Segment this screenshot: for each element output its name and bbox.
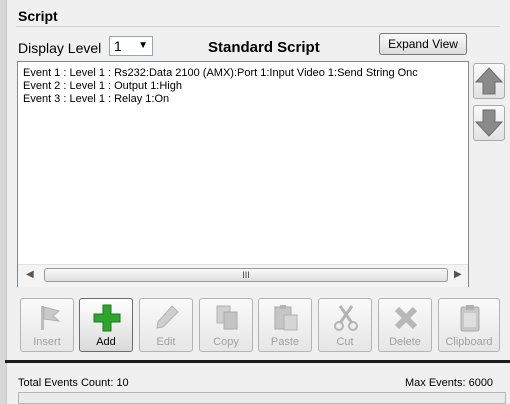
display-level-value: 1 xyxy=(114,38,122,54)
expand-view-button[interactable]: Expand View xyxy=(379,33,467,55)
chevron-down-icon: ▼ xyxy=(138,40,148,51)
x-icon xyxy=(394,306,418,330)
copy-icon xyxy=(216,305,238,330)
script-title: Standard Script xyxy=(208,39,320,56)
max-events: Max Events: 6000 xyxy=(405,377,494,389)
edit-label: Edit xyxy=(156,336,176,348)
arrow-down-icon xyxy=(474,109,504,137)
plus-icon xyxy=(93,304,121,332)
cut-label: Cut xyxy=(336,336,354,348)
insert-flag-icon xyxy=(41,306,61,330)
list-item[interactable]: Event 2 : Level 1 : Output 1:High xyxy=(23,80,182,92)
edit-button[interactable]: Edit xyxy=(139,298,193,352)
delete-label: Delete xyxy=(389,336,421,348)
move-up-button[interactable] xyxy=(473,63,505,99)
events-progress-bar xyxy=(18,392,506,404)
status-separator xyxy=(5,360,510,363)
add-button[interactable]: Add xyxy=(79,298,133,352)
scrollbar-thumb[interactable]: III xyxy=(44,268,448,282)
move-down-button[interactable] xyxy=(473,105,505,141)
paste-label: Paste xyxy=(270,336,300,348)
scissors-icon xyxy=(334,305,358,331)
cut-button[interactable]: Cut xyxy=(318,298,372,352)
arrow-up-icon xyxy=(474,67,504,95)
scroll-left-icon[interactable]: ◀ xyxy=(26,269,34,280)
scrollbar-grip: III xyxy=(242,270,250,280)
left-strip xyxy=(0,0,7,404)
delete-button[interactable]: Delete xyxy=(378,298,432,352)
title-divider xyxy=(16,26,500,27)
add-label: Add xyxy=(96,336,116,348)
display-level-label: Display Level xyxy=(18,40,102,56)
display-level-select[interactable]: 1 ▼ xyxy=(109,36,153,56)
clipboard-icon xyxy=(460,305,480,332)
list-item[interactable]: Event 3 : Level 1 : Relay 1:On xyxy=(23,93,169,105)
clipboard-button[interactable]: Clipboard xyxy=(438,298,500,352)
paste-button[interactable]: Paste xyxy=(258,298,312,352)
horizontal-scrollbar[interactable]: ◀ III ▶ xyxy=(18,264,468,287)
total-events-count: Total Events Count: 10 xyxy=(18,377,129,389)
insert-button[interactable]: Insert xyxy=(20,298,74,352)
script-list[interactable]: Event 1 : Level 1 : Rs232:Data 2100 (AMX… xyxy=(17,61,469,287)
pencil-icon xyxy=(156,305,179,329)
insert-label: Insert xyxy=(33,336,61,348)
scroll-right-icon[interactable]: ▶ xyxy=(454,269,462,280)
panel-title: Script xyxy=(18,8,58,24)
copy-label: Copy xyxy=(213,336,239,348)
list-item[interactable]: Event 1 : Level 1 : Rs232:Data 2100 (AMX… xyxy=(23,67,418,79)
clipboard-label: Clipboard xyxy=(445,336,493,348)
copy-button[interactable]: Copy xyxy=(199,298,253,352)
paste-icon xyxy=(274,305,298,331)
